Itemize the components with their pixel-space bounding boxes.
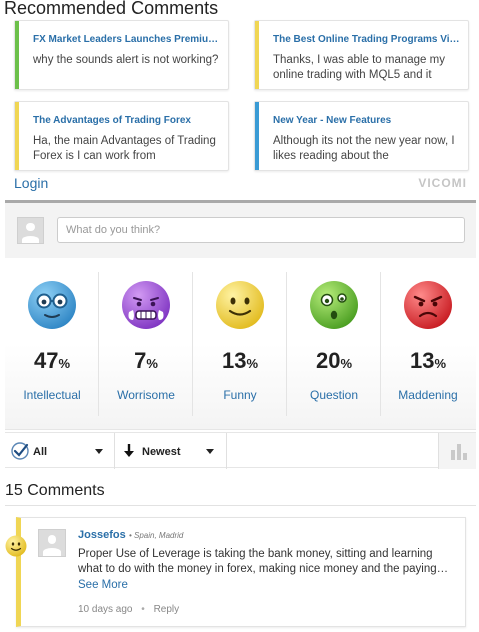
question-emoji-icon[interactable] [309,280,359,330]
recommended-card[interactable]: New Year - New Features Although its not… [254,101,469,171]
recommended-card-title[interactable]: The Best Online Trading Programs Via … [273,34,460,45]
sort-label: Newest [142,446,181,458]
worrisome-emoji-icon[interactable] [121,280,171,330]
see-more-link[interactable]: See More [78,579,128,591]
recommended-card-title[interactable]: The Advantages of Trading Forex [33,115,220,126]
maddening-emoji-icon[interactable] [403,280,453,330]
chevron-down-icon [95,449,103,454]
reaction-percent: 20 [315,348,341,373]
reaction-label[interactable]: Intellectual [5,388,99,402]
arrow-down-icon [124,444,134,457]
reaction-percent: 47 [33,348,59,373]
funny-emoji-icon [5,535,27,557]
comments-count: 15 Comments [5,482,105,499]
comment-author[interactable]: Jossefos [78,529,126,541]
reaction-label[interactable]: Funny [193,388,287,402]
reaction-percent: 13 [221,348,247,373]
chevron-down-icon [206,449,214,454]
recommended-card-body: Ha, the main Advantages of Trading Forex… [33,135,216,162]
card-accent-bar [255,102,259,170]
commenter-avatar[interactable] [38,529,66,557]
filter-dropdown[interactable]: All [5,433,115,469]
recommended-card-title[interactable]: New Year - New Features [273,115,460,126]
card-accent-bar [15,102,19,170]
vicomi-logo[interactable]: VICOMI [418,176,467,190]
user-avatar [17,217,44,244]
comment-location: • Spain, Madrid [129,531,184,540]
comment-text: Proper Use of Leverage is taking the ban… [78,548,449,575]
reaction-funny[interactable]: 13% Funny [193,258,287,430]
recommended-card-body: Although its not the new year now, I lik… [273,135,455,162]
reactions-panel: 47% Intellectual 7% Worrisome 13% Funny … [5,258,476,430]
meta-separator: • [141,604,145,615]
percent-sign: % [246,356,259,371]
comment-time: 10 days ago [78,604,133,615]
reaction-percent: 7 [134,348,147,373]
recommended-comments-title: Recommended Comments [4,0,219,18]
reaction-worrisome[interactable]: 7% Worrisome [99,258,193,430]
percent-sign: % [146,356,158,371]
recommended-card[interactable]: The Advantages of Trading Forex Ha, the … [14,101,229,171]
recommended-card[interactable]: The Best Online Trading Programs Via … T… [254,20,469,90]
filter-bar: All Newest [5,432,476,469]
reaction-label[interactable]: Question [287,388,381,402]
card-accent-bar [15,21,19,89]
reaction-percent: 13 [409,348,435,373]
percent-sign: % [434,356,447,371]
percent-sign: % [340,356,353,371]
percent-sign: % [58,356,71,371]
recommended-card-body: why the sounds alert is not working? [33,54,219,66]
recommended-card-title[interactable]: FX Market Leaders Launches Premium… [33,34,220,45]
recommended-card[interactable]: FX Market Leaders Launches Premium… why … [14,20,229,90]
reaction-maddening[interactable]: 13% Maddening [381,258,475,430]
checkmark-icon [11,442,29,460]
funny-emoji-icon[interactable] [215,280,265,330]
sort-dropdown[interactable]: Newest [115,433,227,469]
stats-button[interactable] [438,433,476,469]
intellectual-emoji-icon[interactable] [27,280,77,330]
reaction-question[interactable]: 20% Question [287,258,381,430]
card-accent-bar [255,21,259,89]
login-link[interactable]: Login [14,175,48,191]
comment-input[interactable]: What do you think? [57,217,465,243]
reaction-intellectual[interactable]: 47% Intellectual [5,258,99,430]
reaction-label[interactable]: Maddening [381,388,475,402]
filter-label: All [33,446,48,458]
reaction-label[interactable]: Worrisome [99,388,193,402]
comment-card: Jossefos • Spain, Madrid Proper Use of L… [16,517,466,627]
comment-meta: 10 days ago • Reply [78,604,179,615]
section-divider [5,505,476,506]
reply-link[interactable]: Reply [154,604,180,615]
recommended-card-body: Thanks, I was able to manage my online t… [273,54,445,81]
